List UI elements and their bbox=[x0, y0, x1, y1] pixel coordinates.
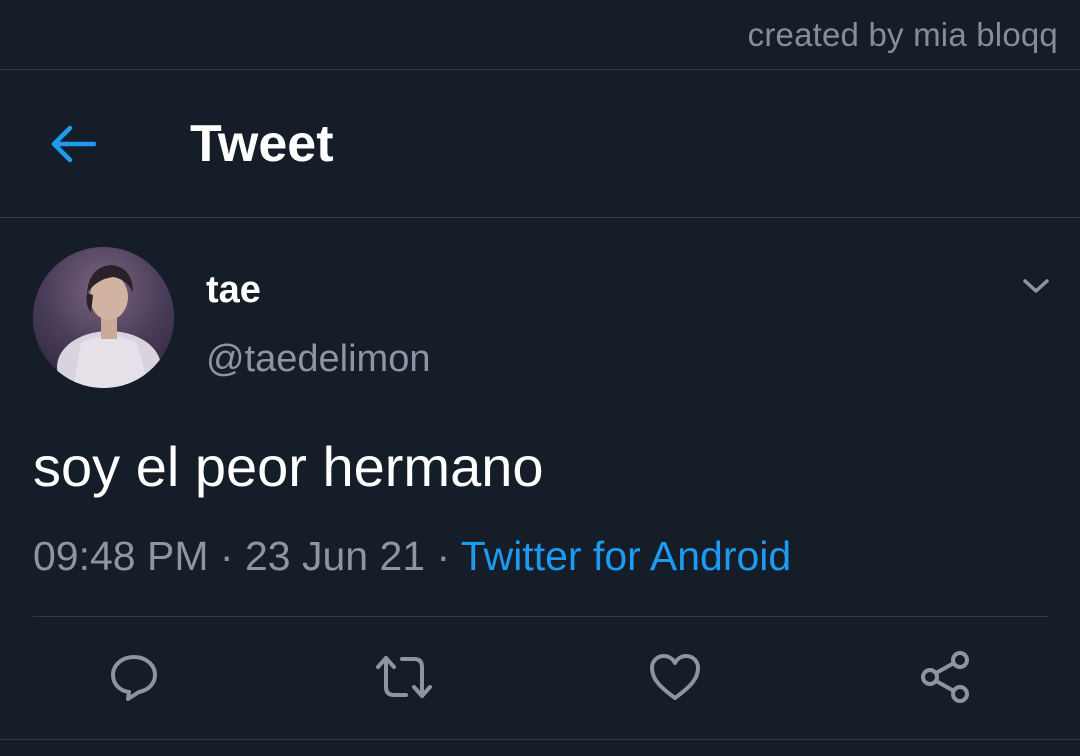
chevron-down-icon bbox=[1023, 279, 1049, 293]
meta-separator: · bbox=[219, 533, 234, 579]
bottom-divider bbox=[0, 739, 1080, 740]
tweet-meta: 09:48 PM · 23 Jun 21 · Twitter for Andro… bbox=[33, 531, 791, 581]
credit-bar: created by mia bloqq bbox=[0, 0, 1080, 70]
avatar-image bbox=[33, 247, 174, 388]
tweet-date: 23 Jun 21 bbox=[244, 533, 426, 579]
more-options-button[interactable] bbox=[1016, 270, 1056, 302]
meta-separator: · bbox=[436, 533, 451, 579]
avatar[interactable] bbox=[33, 247, 174, 388]
header: Tweet bbox=[0, 70, 1080, 218]
reply-button[interactable] bbox=[104, 647, 164, 707]
tweet-text: soy el peor hermano bbox=[33, 435, 544, 498]
retweet-button[interactable] bbox=[374, 647, 434, 707]
page-title: Tweet bbox=[190, 115, 334, 173]
action-bar bbox=[0, 617, 1080, 739]
share-icon bbox=[921, 651, 969, 703]
retweet-icon bbox=[376, 656, 432, 698]
tweet-time: 09:48 PM bbox=[33, 533, 209, 579]
arrow-left-icon bbox=[51, 125, 96, 163]
tweet-screen: created by mia bloqq Tweet tae @taedelim… bbox=[0, 0, 1080, 756]
like-button[interactable] bbox=[645, 647, 705, 707]
author-name[interactable]: tae bbox=[206, 269, 261, 312]
credit-text: created by mia bloqq bbox=[747, 16, 1058, 53]
tweet-source-link[interactable]: Twitter for Android bbox=[461, 533, 791, 579]
author-handle[interactable]: @taedelimon bbox=[206, 338, 430, 381]
back-button[interactable] bbox=[40, 116, 106, 172]
like-icon bbox=[650, 654, 700, 700]
share-button[interactable] bbox=[915, 647, 975, 707]
reply-icon bbox=[111, 655, 157, 701]
